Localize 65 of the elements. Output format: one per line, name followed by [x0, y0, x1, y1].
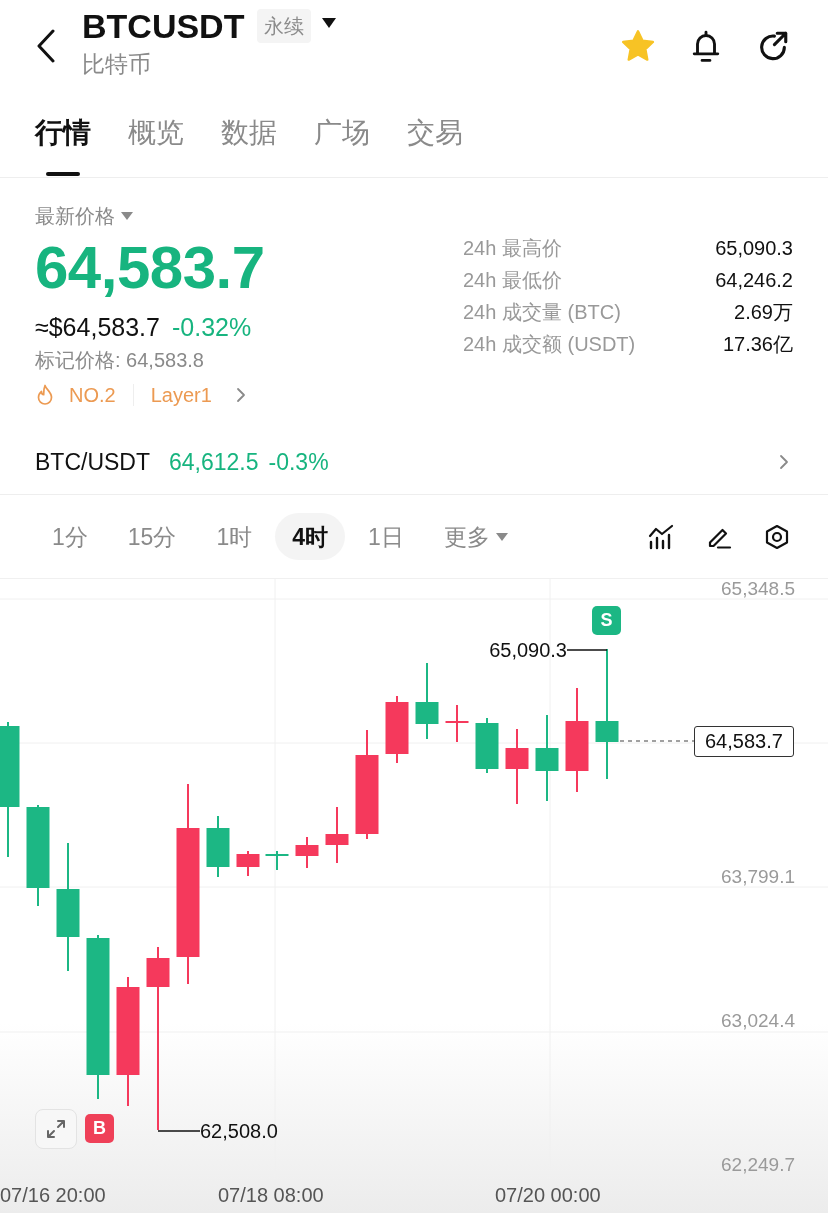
candle — [325, 806, 349, 864]
expand-button[interactable] — [35, 1109, 77, 1149]
tab[interactable]: 行情 — [35, 96, 91, 177]
stat-value: 64,246.2 — [715, 268, 793, 293]
stat-label: 24h 成交量 (BTC) — [463, 300, 621, 325]
trade-marker: B — [85, 1114, 114, 1143]
flame-icon — [36, 384, 54, 406]
stat-label: 24h 最低价 — [463, 268, 562, 293]
interval-tab[interactable]: 1分 — [35, 513, 105, 560]
pair-price: 64,612.5 — [169, 448, 259, 476]
low-price-label: 62,508.0 — [200, 1121, 278, 1141]
x-axis-label: 07/20 00:00 — [495, 1185, 601, 1205]
star-icon[interactable] — [620, 29, 656, 63]
back-icon[interactable] — [35, 29, 57, 63]
expand-icon — [46, 1119, 66, 1139]
interval-tab[interactable]: 更多 — [426, 513, 525, 560]
usd-value: ≈$64,583.7 — [35, 312, 160, 342]
price-label[interactable]: 最新价格 — [35, 206, 115, 226]
interval-tab[interactable]: 1时 — [199, 513, 270, 560]
settings-icon[interactable] — [764, 523, 790, 550]
chevron-right-icon[interactable] — [235, 387, 246, 403]
tab[interactable]: 概览 — [128, 96, 184, 177]
stat-label: 24h 成交额 (USDT) — [463, 332, 636, 357]
caret-down-icon[interactable] — [322, 18, 337, 28]
candle — [206, 815, 230, 878]
candle — [236, 850, 260, 877]
last-price: 64,583.7 — [35, 238, 265, 298]
trade-marker: S — [592, 606, 621, 635]
indicator-icon[interactable] — [648, 523, 674, 550]
leader-line — [566, 649, 608, 651]
bell-icon[interactable] — [690, 29, 722, 63]
interval-tab[interactable]: 1日 — [351, 513, 421, 560]
stat-value: 65,090.3 — [715, 236, 793, 261]
stat-value: 17.36亿 — [722, 332, 793, 357]
stat-label: 24h 最高价 — [463, 236, 562, 261]
pair-name[interactable]: BTC/USDT — [35, 448, 150, 476]
y-axis-label: 65,348.5 — [721, 579, 795, 599]
tag[interactable]: Layer1 — [150, 383, 212, 407]
stat-value: 2.69万 — [734, 300, 793, 325]
tag[interactable]: NO.2 — [69, 383, 116, 407]
interval-tab[interactable]: 4时 — [275, 513, 345, 560]
contract-type-badge: 永续 — [257, 9, 312, 43]
y-axis-label: 63,024.4 — [721, 1011, 795, 1031]
tab[interactable]: 广场 — [314, 96, 370, 177]
leader-line — [157, 1130, 201, 1132]
candle — [475, 717, 499, 774]
high-price-label: 65,090.3 — [489, 640, 567, 660]
chevron-right-icon[interactable] — [779, 454, 789, 470]
candle — [265, 850, 289, 871]
candle — [295, 836, 319, 869]
tab[interactable]: 数据 — [221, 96, 277, 177]
x-axis-label: 07/16 20:00 — [0, 1185, 106, 1205]
x-axis-label: 07/18 08:00 — [218, 1185, 324, 1205]
symbol-title: BTCUSDT — [82, 6, 245, 46]
mark-price: 标记价格: 64,583.8 — [35, 348, 205, 372]
coin-name: 比特币 — [82, 50, 152, 78]
last-price-tag: 64,583.7 — [694, 726, 794, 757]
y-axis-label: 63,799.1 — [721, 867, 795, 887]
candle — [385, 695, 409, 764]
price-change: -0.32% — [171, 312, 252, 342]
interval-tab[interactable]: 15分 — [110, 513, 194, 560]
pair-change: -0.3% — [268, 448, 329, 476]
y-axis-label: 62,249.7 — [721, 1155, 795, 1175]
tab[interactable]: 交易 — [407, 96, 463, 177]
candle — [445, 704, 469, 743]
